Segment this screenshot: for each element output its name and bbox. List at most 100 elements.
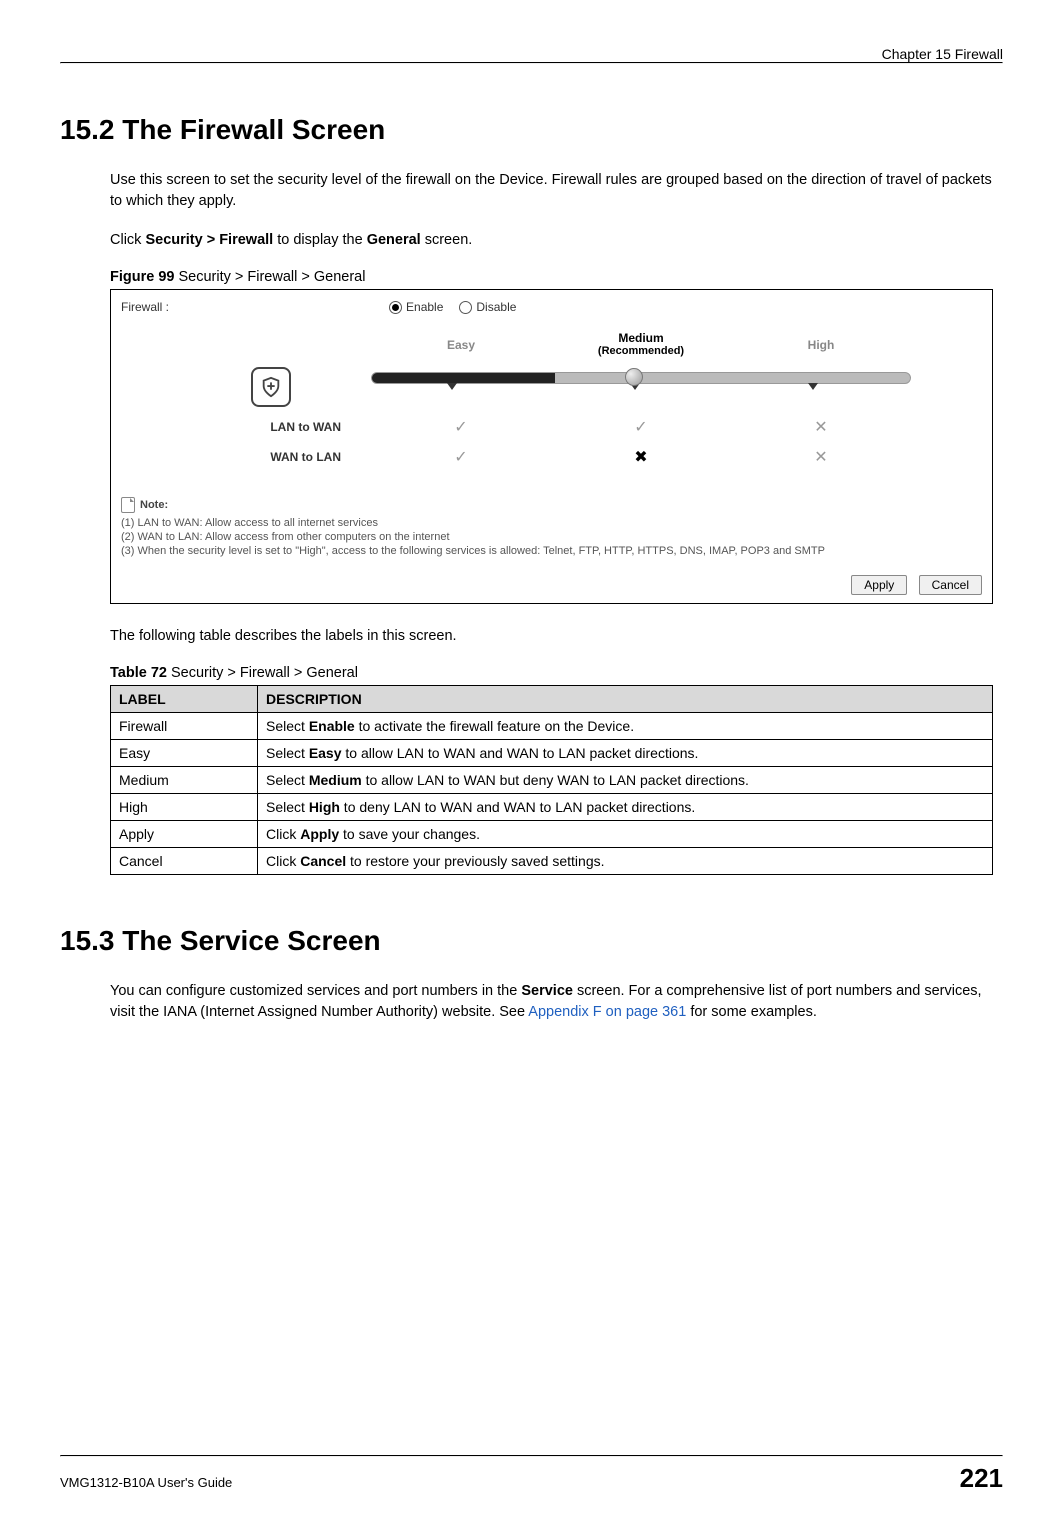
col-label: LABEL [111,686,258,713]
cell-label: High [111,794,258,821]
wan-to-lan-label: WAN to LAN [171,450,371,464]
cell-desc: Select Medium to allow LAN to WAN but de… [258,767,993,794]
cell-desc: Click Cancel to restore your previously … [258,848,993,875]
bold-term: Medium [309,772,362,788]
firewall-enable-radio[interactable]: Enable [389,300,443,314]
screen-name-bold: Service [521,983,573,999]
header-rule [60,62,1003,64]
text: Select [266,745,309,761]
text: screen. [421,232,473,248]
cross-icon: ✕ [731,417,911,437]
radio-off-icon [459,301,472,314]
cell-label: Easy [111,740,258,767]
col-description: DESCRIPTION [258,686,993,713]
firewall-label: Firewall : [121,300,169,314]
cell-desc: Select Enable to activate the firewall f… [258,713,993,740]
recommended-text: (Recommended) [551,345,731,357]
page-number: 221 [960,1463,1003,1494]
section-15-2-para2: Click Security > Firewall to display the… [60,230,1003,251]
cell-label: Medium [111,767,258,794]
check-icon: ✓ [371,417,551,437]
figure-title: Security > Firewall > General [174,269,365,285]
table-header-row: LABEL DESCRIPTION [111,686,993,713]
table-row: Medium Select Medium to allow LAN to WAN… [111,767,993,794]
table-row: Firewall Select Enable to activate the f… [111,713,993,740]
cell-label: Apply [111,821,258,848]
appendix-f-link[interactable]: Appendix F on page 361 [528,1004,686,1020]
text: Click [110,232,145,248]
check-icon: ✓ [371,447,551,467]
figure-note-block: Note: (1) LAN to WAN: Allow access to al… [121,497,982,557]
firewall-disable-radio[interactable]: Disable [459,300,516,314]
note-line-2: (2) WAN to LAN: Allow access from other … [121,531,982,543]
text: to allow LAN to WAN and WAN to LAN packe… [342,745,699,761]
figure-99-panel: Firewall : Enable Disable Easy Medium (R… [110,289,993,604]
footer-guide-name: VMG1312-B10A User's Guide [60,1475,232,1490]
section-15-2-para1: Use this screen to set the security leve… [60,170,1003,212]
text: for some examples. [686,1004,817,1020]
cell-label: Cancel [111,848,258,875]
firewall-radio-group: Enable Disable [389,300,516,314]
footer-rule [60,1455,1003,1457]
text: to deny LAN to WAN and WAN to LAN packet… [340,799,695,815]
text: to restore your previously saved setting… [346,853,604,869]
chapter-header: Chapter 15 Firewall [60,40,1003,62]
breadcrumb-bold: Security > Firewall [145,232,273,248]
section-15-2-title: 15.2 The Firewall Screen [60,114,1003,146]
table-row: Easy Select Easy to allow LAN to WAN and… [111,740,993,767]
table-title: Security > Firewall > General [167,665,358,681]
page-footer: VMG1312-B10A User's Guide 221 [60,1447,1003,1494]
cross-icon: ✖ [551,447,731,467]
check-icon: ✓ [551,417,731,437]
text: Click [266,826,300,842]
table-row: Apply Click Apply to save your changes. [111,821,993,848]
section-15-3-para: You can configure customized services an… [60,981,1003,1023]
figure-99-caption: Figure 99 Security > Firewall > General [60,269,1003,285]
text: You can configure customized services an… [110,983,521,999]
text: Select [266,772,309,788]
medium-text: Medium [618,331,663,345]
bold-term: Easy [309,745,342,761]
table-72: LABEL DESCRIPTION Firewall Select Enable… [110,685,993,875]
security-level-slider[interactable] [371,369,911,405]
radio-label: Enable [406,300,443,314]
text: to allow LAN to WAN but deny WAN to LAN … [362,772,749,788]
bold-term: Cancel [300,853,346,869]
level-easy-header: Easy [371,338,551,352]
bold-term: Enable [309,718,355,734]
table-72-caption: Table 72 Security > Firewall > General [60,665,1003,681]
apply-button[interactable]: Apply [851,575,907,595]
after-figure-text: The following table describes the labels… [60,626,1003,647]
cell-desc: Select High to deny LAN to WAN and WAN t… [258,794,993,821]
bold-term: High [309,799,340,815]
note-line-1: (1) LAN to WAN: Allow access to all inte… [121,517,982,529]
note-page-icon [121,497,135,513]
level-medium-header: Medium (Recommended) [551,332,731,357]
slider-tick-icon [447,383,457,390]
radio-label: Disable [476,300,516,314]
radio-on-icon [389,301,402,314]
cell-desc: Select Easy to allow LAN to WAN and WAN … [258,740,993,767]
bold-term: Apply [300,826,339,842]
cell-label: Firewall [111,713,258,740]
shield-icon [251,367,291,407]
level-high-header: High [731,338,911,352]
text: to display the [273,232,367,248]
screen-name-bold: General [367,232,421,248]
note-line-3: (3) When the security level is set to "H… [121,545,982,557]
text: Click [266,853,300,869]
table-number: Table 72 [110,665,167,681]
text: to activate the firewall feature on the … [355,718,634,734]
text: Select [266,799,309,815]
slider-tick-icon [808,383,818,390]
table-row: High Select High to deny LAN to WAN and … [111,794,993,821]
note-title: Note: [140,499,168,511]
cancel-button[interactable]: Cancel [919,575,982,595]
text: to save your changes. [339,826,480,842]
figure-number: Figure 99 [110,269,174,285]
table-row: Cancel Click Cancel to restore your prev… [111,848,993,875]
text: Select [266,718,309,734]
lan-to-wan-label: LAN to WAN [171,420,371,434]
section-15-3-title: 15.3 The Service Screen [60,925,1003,957]
cell-desc: Click Apply to save your changes. [258,821,993,848]
